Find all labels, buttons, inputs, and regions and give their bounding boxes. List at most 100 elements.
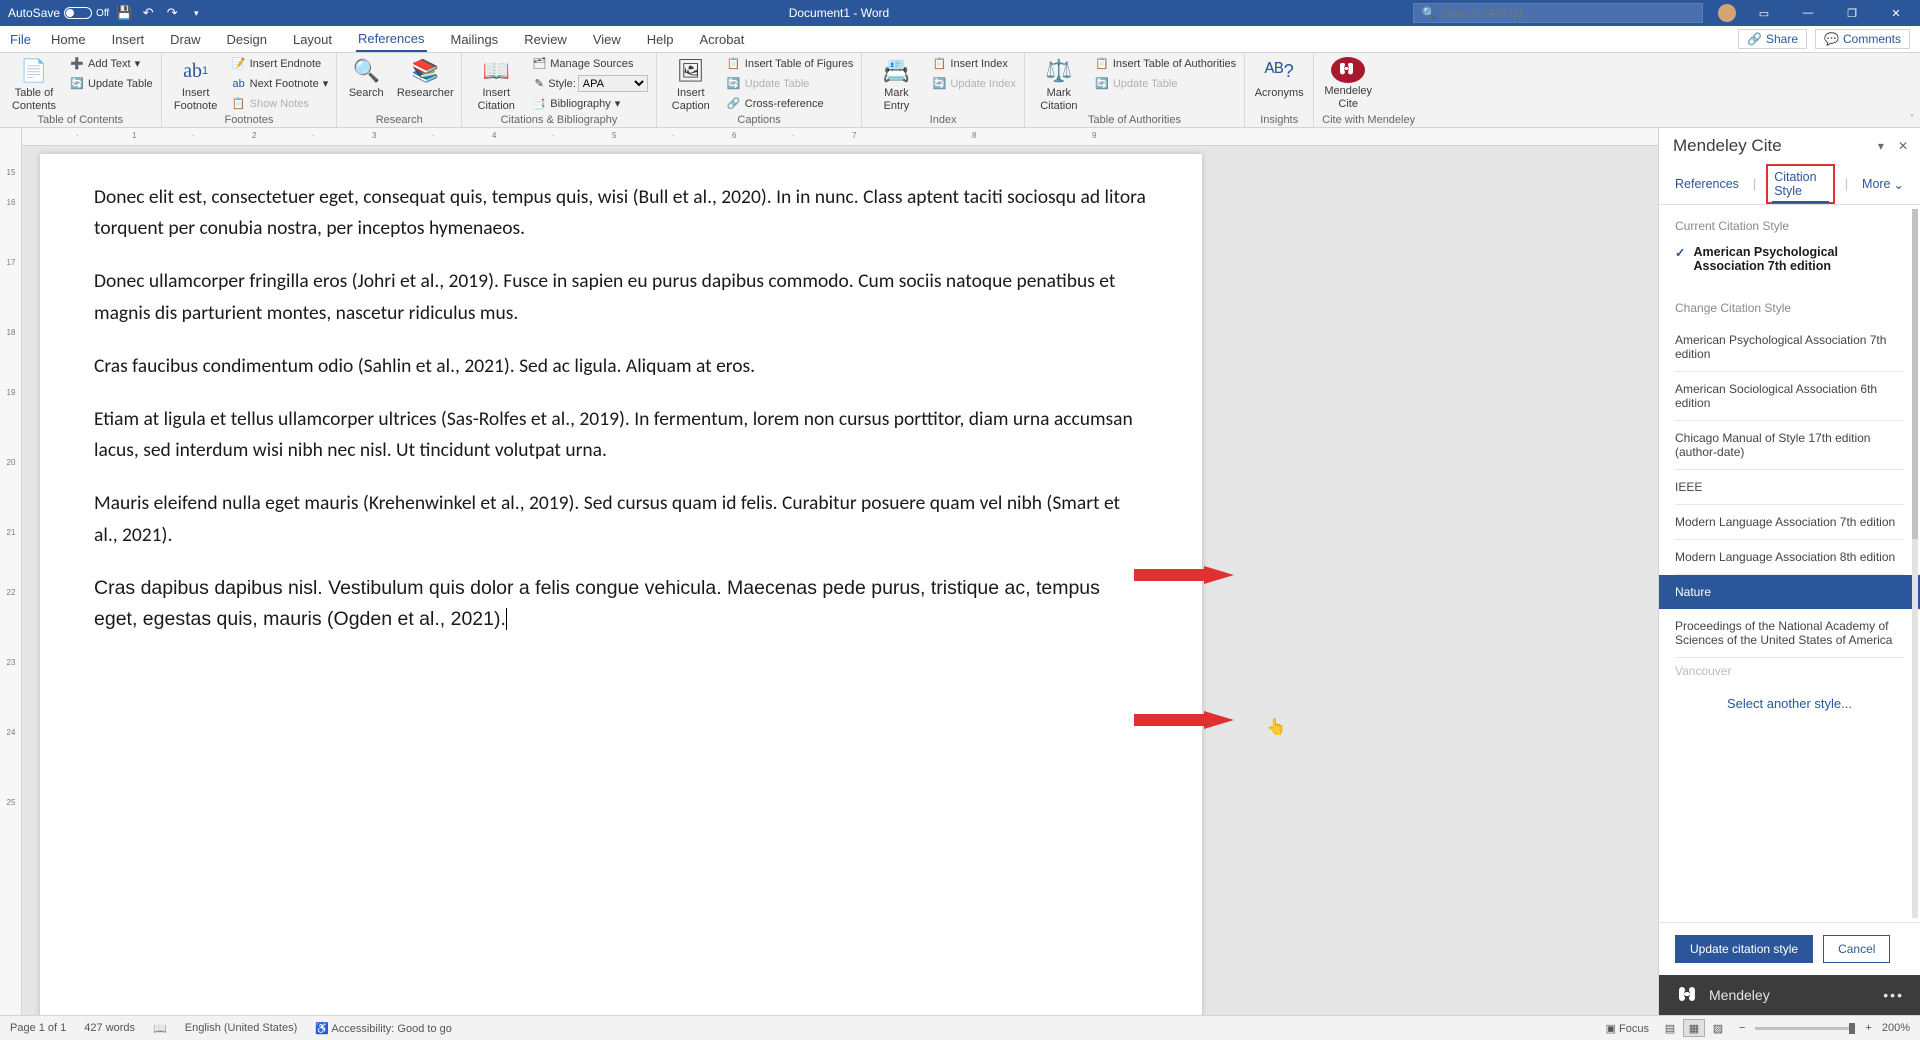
next-footnote-button[interactable]: abNext Footnote ▾ (232, 75, 329, 92)
tab-layout[interactable]: Layout (291, 28, 334, 51)
autosave-toggle[interactable]: AutoSave Off (8, 6, 109, 20)
manage-sources-button[interactable]: 🗂Manage Sources (532, 55, 648, 72)
print-layout-icon[interactable]: ▦ (1683, 1019, 1705, 1037)
update-toa-button[interactable]: 🔄Update Table (1095, 75, 1236, 92)
change-style-label: Change Citation Style (1659, 287, 1920, 323)
select-another-style[interactable]: Select another style... (1659, 680, 1920, 727)
save-icon[interactable]: 💾 (115, 4, 133, 22)
tab-references[interactable]: References (356, 27, 426, 52)
language[interactable]: English (United States) (185, 1022, 298, 1034)
file-tab[interactable]: File (10, 32, 31, 47)
group-toa-label: Table of Authorities (1033, 114, 1236, 127)
style-option[interactable]: IEEE (1659, 470, 1920, 504)
bibliography-button[interactable]: 📑Bibliography ▾ (532, 95, 648, 112)
style-option[interactable]: American Sociological Association 6th ed… (1659, 372, 1920, 420)
style-option[interactable]: Modern Language Association 8th edition (1659, 540, 1920, 574)
focus-mode[interactable]: ▣ Focus (1606, 1022, 1649, 1035)
style-option-partial[interactable]: Vancouver (1659, 658, 1920, 680)
document-title: Document1 - Word (305, 6, 1372, 20)
tab-review[interactable]: Review (522, 28, 569, 51)
word-count[interactable]: 427 words (84, 1022, 135, 1034)
accessibility-status[interactable]: ♿ Accessibility: Good to go (315, 1022, 452, 1035)
insert-footnote-button[interactable]: ab1Insert Footnote (170, 55, 222, 112)
read-mode-icon[interactable]: ▤ (1659, 1019, 1681, 1037)
web-layout-icon[interactable]: ▨ (1707, 1019, 1729, 1037)
zoom-slider[interactable] (1755, 1027, 1855, 1030)
insert-tof-button[interactable]: 📋Insert Table of Figures (727, 55, 854, 72)
insert-caption-button[interactable]: 🖼Insert Caption (665, 55, 717, 112)
style-dropdown[interactable]: APA (578, 75, 648, 92)
toc-button[interactable]: 📄Table of Contents (8, 55, 60, 112)
pane-close-icon[interactable]: ✕ (1898, 139, 1908, 153)
maximize-icon[interactable]: ❐ (1836, 0, 1868, 26)
style-option[interactable]: Chicago Manual of Style 17th edition (au… (1659, 421, 1920, 469)
mp-tab-references[interactable]: References (1671, 171, 1743, 197)
mp-tab-more[interactable]: More ⌄ (1858, 171, 1908, 198)
page-indicator[interactable]: Page 1 of 1 (10, 1022, 66, 1034)
user-name[interactable] (1703, 6, 1706, 20)
ribbon: 📄Table of Contents ➕Add Text ▾ 🔄Update T… (0, 53, 1920, 128)
show-notes-button[interactable]: 📋Show Notes (232, 95, 329, 112)
update-tof-button[interactable]: 🔄Update Table (727, 75, 854, 92)
zoom-level[interactable]: 200% (1882, 1022, 1910, 1034)
acronyms-button[interactable]: ᴬᴮ?Acronyms (1253, 55, 1305, 100)
mendeley-cite-button[interactable]: Mendeley Cite (1322, 55, 1374, 110)
document-area[interactable]: Donec elit est, consectetuer eget, conse… (22, 146, 1658, 1015)
citation-style-select[interactable]: ✎Style: APA (532, 75, 648, 92)
search-input[interactable] (1443, 6, 1694, 20)
mp-scroll-thumb[interactable] (1912, 209, 1918, 539)
style-option[interactable]: American Psychological Association 7th e… (1659, 323, 1920, 371)
autosave-state: Off (96, 8, 109, 19)
insert-citation-button[interactable]: 📖Insert Citation (470, 55, 522, 112)
tab-insert[interactable]: Insert (110, 28, 147, 51)
comments-button[interactable]: 💬 Comments (1815, 29, 1910, 49)
update-index-button[interactable]: 🔄Update Index (932, 75, 1015, 92)
tab-help[interactable]: Help (645, 28, 676, 51)
zoom-in-icon[interactable]: + (1865, 1022, 1871, 1034)
group-insights-label: Insights (1253, 114, 1305, 127)
style-option[interactable]: Modern Language Association 7th edition (1659, 505, 1920, 539)
cancel-button[interactable]: Cancel (1823, 935, 1890, 963)
mendeley-logo-icon (1675, 987, 1699, 1003)
search-button[interactable]: 🔍Search (345, 55, 387, 100)
vertical-ruler: 151617 181920 212223 2425 (0, 128, 22, 1015)
minimize-icon[interactable]: — (1792, 0, 1824, 26)
style-option-selected[interactable]: Nature (1659, 575, 1920, 609)
spell-check-icon[interactable]: 📖 (153, 1022, 167, 1035)
collapse-ribbon-icon[interactable]: ˇ (1904, 53, 1920, 127)
insert-toa-button[interactable]: 📋Insert Table of Authorities (1095, 55, 1236, 72)
add-text-button[interactable]: ➕Add Text ▾ (70, 55, 153, 72)
redo-icon[interactable]: ↷ (163, 4, 181, 22)
user-avatar[interactable] (1718, 4, 1736, 22)
share-button[interactable]: 🔗 Share (1738, 29, 1807, 49)
researcher-button[interactable]: 📚Researcher (397, 55, 453, 100)
mark-entry-button[interactable]: 📇Mark Entry (870, 55, 922, 112)
tab-view[interactable]: View (591, 28, 623, 51)
paragraph: Cras faucibus condimentum odio (Sahlin e… (94, 351, 1148, 382)
cross-reference-button[interactable]: 🔗Cross-reference (727, 95, 854, 112)
qat-dropdown-icon[interactable]: ▾ (187, 4, 205, 22)
search-box[interactable]: 🔍 (1413, 3, 1703, 23)
zoom-out-icon[interactable]: − (1739, 1022, 1745, 1034)
update-table-button[interactable]: 🔄Update Table (70, 75, 153, 92)
insert-endnote-button[interactable]: 📝Insert Endnote (232, 55, 329, 72)
ribbon-display-icon[interactable]: ▭ (1748, 0, 1780, 26)
tab-draw[interactable]: Draw (168, 28, 202, 51)
mp-tab-citation-style[interactable]: Citation Style (1766, 164, 1835, 204)
tab-home[interactable]: Home (49, 28, 88, 51)
close-icon[interactable]: ✕ (1880, 0, 1912, 26)
undo-icon[interactable]: ↶ (139, 4, 157, 22)
style-option[interactable]: Proceedings of the National Academy of S… (1659, 609, 1920, 657)
workspace: 151617 181920 212223 2425 ·1· 2·3 ·4· 5·… (0, 128, 1920, 1015)
tab-mailings[interactable]: Mailings (449, 28, 501, 51)
insert-index-button[interactable]: 📋Insert Index (932, 55, 1015, 72)
mendeley-more-icon[interactable]: ••• (1883, 987, 1904, 1003)
tab-acrobat[interactable]: Acrobat (698, 28, 747, 51)
tab-design[interactable]: Design (225, 28, 269, 51)
mark-citation-button[interactable]: ⚖️Mark Citation (1033, 55, 1085, 112)
current-style: ✓ American Psychological Association 7th… (1659, 241, 1920, 287)
pane-options-icon[interactable]: ▾ (1878, 139, 1884, 153)
paragraph: Etiam at ligula et tellus ullamcorper ul… (94, 404, 1148, 466)
status-bar: Page 1 of 1 427 words 📖 English (United … (0, 1015, 1920, 1040)
update-citation-style-button[interactable]: Update citation style (1675, 935, 1813, 963)
